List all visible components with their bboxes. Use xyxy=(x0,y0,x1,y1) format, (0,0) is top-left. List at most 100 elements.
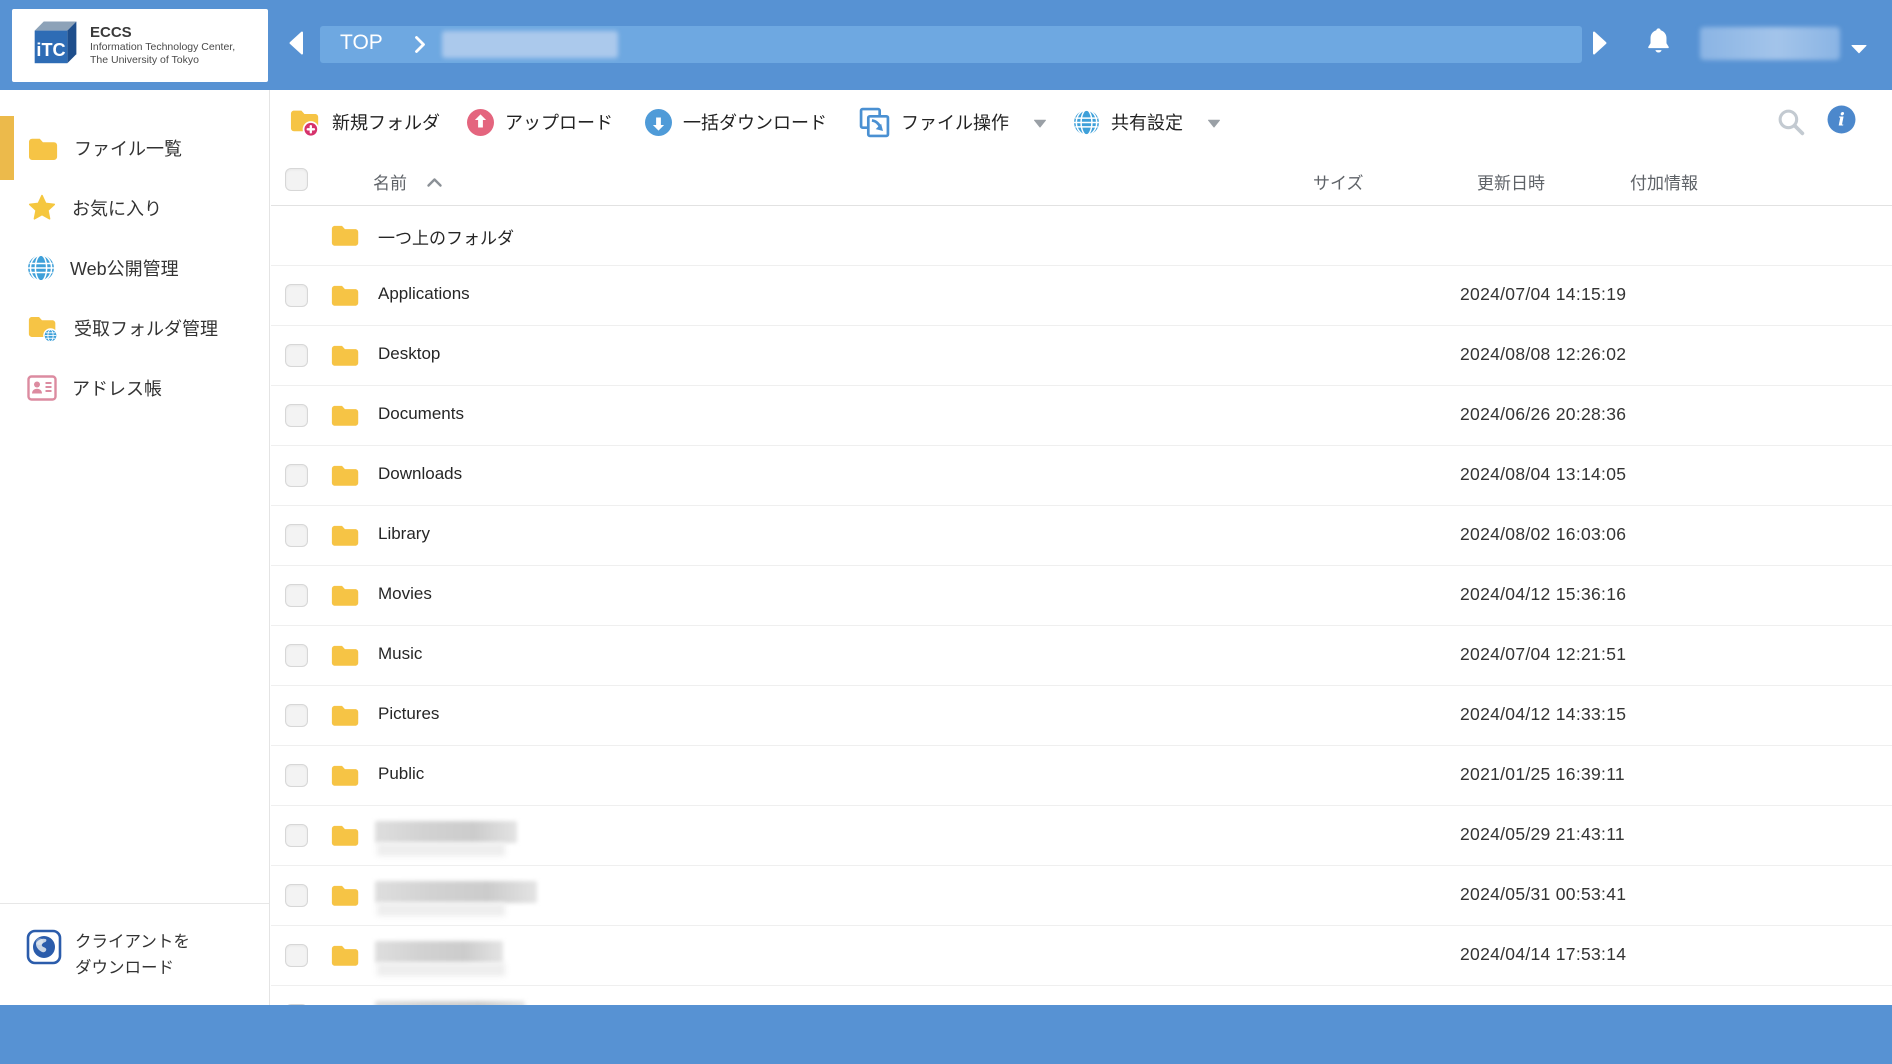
updated-timestamp: 2024/08/04 13:14:05 xyxy=(1460,464,1626,485)
folder-icon xyxy=(330,402,360,433)
table-row[interactable]: Music 2024/07/04 12:21:51 xyxy=(271,626,1892,686)
folder-name[interactable]: Movies xyxy=(378,584,432,604)
folder-name[interactable]: Applications xyxy=(378,284,470,304)
table-row[interactable]: Movies 2024/04/12 15:36:16 xyxy=(271,566,1892,626)
share-settings-button[interactable]: 共有設定 xyxy=(1073,109,1221,136)
sidebar-item-web-publish[interactable]: Web公開管理 xyxy=(0,238,269,298)
logo-subtitle-2: The University of Tokyo xyxy=(90,54,235,67)
download-client-button[interactable]: クライアントを ダウンロード xyxy=(0,903,269,981)
row-checkbox[interactable] xyxy=(285,824,308,847)
row-checkbox[interactable] xyxy=(285,944,308,967)
itc-cube-logo-icon: iTC xyxy=(22,19,80,73)
folder-icon xyxy=(27,135,59,162)
eccs-logo[interactable]: iTC ECCS Information Technology Center, … xyxy=(12,9,268,82)
folder-icon xyxy=(330,762,360,793)
file-operations-button[interactable]: ファイル操作 xyxy=(859,107,1047,138)
notification-bell-icon[interactable] xyxy=(1644,26,1673,62)
sort-ascending-icon xyxy=(426,175,443,193)
parent-folder-row[interactable]: 一つ上のフォルダ xyxy=(271,206,1892,266)
row-checkbox[interactable] xyxy=(285,404,308,427)
sidebar-item-file-list[interactable]: ファイル一覧 xyxy=(0,118,269,178)
forward-arrow-icon[interactable] xyxy=(1592,30,1608,61)
table-row[interactable] xyxy=(271,986,1892,1005)
column-header-size[interactable]: サイズ xyxy=(1313,169,1364,194)
bulk-download-button[interactable]: 一括ダウンロード xyxy=(645,109,827,136)
sidebar-item-favorites[interactable]: お気に入り xyxy=(0,178,269,238)
breadcrumb-current-redacted xyxy=(442,31,618,58)
file-list: 一つ上のフォルダ Applications 2024/07/04 14:15:1… xyxy=(271,206,1892,1005)
svg-text:i: i xyxy=(1838,110,1845,131)
row-checkbox[interactable] xyxy=(285,584,308,607)
row-checkbox[interactable] xyxy=(285,344,308,367)
table-row[interactable]: Public 2021/01/25 16:39:11 xyxy=(271,746,1892,806)
row-checkbox[interactable] xyxy=(285,464,308,487)
updated-timestamp: 2024/05/29 21:43:11 xyxy=(1460,824,1625,845)
sidebar-item-receive-folder[interactable]: 受取フォルダ管理 xyxy=(0,298,269,358)
folder-icon xyxy=(330,702,360,733)
back-arrow-icon[interactable] xyxy=(288,30,304,61)
file-operations-icon xyxy=(859,107,890,138)
folder-name[interactable]: Public xyxy=(378,764,424,784)
folder-name[interactable]: Downloads xyxy=(378,464,462,484)
table-row[interactable]: 2024/04/14 17:53:14 xyxy=(271,926,1892,986)
share-settings-chevron-down-icon[interactable] xyxy=(1207,115,1221,133)
folder-icon xyxy=(330,822,360,853)
folder-name[interactable]: 一つ上のフォルダ xyxy=(378,224,514,249)
redacted-folder-name xyxy=(375,941,503,963)
column-header-info[interactable]: 付加情報 xyxy=(1630,169,1698,194)
folder-icon xyxy=(330,282,360,313)
folder-icon xyxy=(330,342,360,373)
table-row[interactable]: Documents 2024/06/26 20:28:36 xyxy=(271,386,1892,446)
folder-name[interactable]: Desktop xyxy=(378,344,440,364)
folder-icon xyxy=(330,582,360,613)
breadcrumb: TOP xyxy=(320,26,1582,63)
folder-name[interactable]: Pictures xyxy=(378,704,439,724)
row-checkbox[interactable] xyxy=(285,884,308,907)
breadcrumb-top[interactable]: TOP xyxy=(340,31,383,55)
row-checkbox[interactable] xyxy=(285,284,308,307)
table-row[interactable]: 2024/05/29 21:43:11 xyxy=(271,806,1892,866)
star-icon xyxy=(27,193,57,223)
download-icon xyxy=(645,109,672,136)
folder-icon xyxy=(330,882,360,913)
logo-subtitle-1: Information Technology Center, xyxy=(90,41,235,54)
sidebar-item-address-book[interactable]: アドレス帳 xyxy=(0,358,269,418)
upload-button[interactable]: アップロード xyxy=(467,109,613,136)
folder-name[interactable]: Music xyxy=(378,644,422,664)
sidebar-item-label: アドレス帳 xyxy=(72,375,162,401)
upload-label: アップロード xyxy=(505,109,613,135)
sidebar-item-label: Web公開管理 xyxy=(70,255,179,281)
table-row[interactable]: 2024/05/31 00:53:41 xyxy=(271,866,1892,926)
table-row[interactable]: Desktop 2024/08/08 12:26:02 xyxy=(271,326,1892,386)
user-menu-chevron-down-icon[interactable] xyxy=(1850,41,1868,59)
footer-bar xyxy=(0,1005,1892,1064)
table-row[interactable]: Applications 2024/07/04 14:15:19 xyxy=(271,266,1892,326)
row-checkbox[interactable] xyxy=(285,644,308,667)
row-checkbox[interactable] xyxy=(285,704,308,727)
updated-timestamp: 2024/04/12 14:33:15 xyxy=(1460,704,1626,725)
column-header-updated[interactable]: 更新日時 xyxy=(1477,169,1545,194)
address-book-icon xyxy=(27,375,57,401)
folder-name[interactable]: Library xyxy=(378,524,430,544)
new-folder-button[interactable]: 新規フォルダ xyxy=(289,107,440,138)
user-name-redacted[interactable] xyxy=(1700,27,1840,60)
sidebar-item-label: 受取フォルダ管理 xyxy=(74,315,218,341)
search-icon[interactable] xyxy=(1776,107,1807,143)
table-row[interactable]: Downloads 2024/08/04 13:14:05 xyxy=(271,446,1892,506)
table-row[interactable]: Library 2024/08/02 16:03:06 xyxy=(271,506,1892,566)
select-all-checkbox[interactable] xyxy=(285,168,308,191)
folder-name[interactable]: Documents xyxy=(378,404,464,424)
folder-icon xyxy=(330,642,360,673)
file-operations-chevron-down-icon[interactable] xyxy=(1033,115,1047,133)
info-icon[interactable]: i xyxy=(1827,105,1856,139)
share-globe-icon xyxy=(1073,109,1100,136)
row-checkbox[interactable] xyxy=(285,524,308,547)
globe-app-icon xyxy=(26,929,62,965)
table-row[interactable]: Pictures 2024/04/12 14:33:15 xyxy=(271,686,1892,746)
column-header-name[interactable]: 名前 xyxy=(373,169,407,194)
updated-timestamp: 2021/01/25 16:39:11 xyxy=(1460,764,1625,785)
sidebar: ファイル一覧 お気に入り Web公開管理 xyxy=(0,90,270,1005)
globe-icon xyxy=(27,254,55,282)
updated-timestamp: 2024/04/14 17:53:14 xyxy=(1460,944,1626,965)
row-checkbox[interactable] xyxy=(285,764,308,787)
